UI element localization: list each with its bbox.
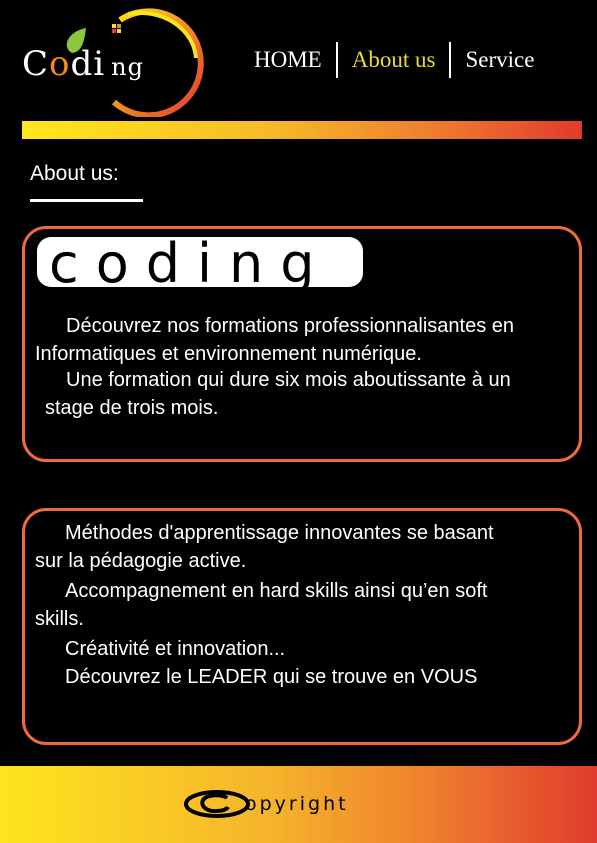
copyright-mark: opyright — [183, 789, 349, 819]
feature-line: Accompagnement en hard skills ainsi qu’e… — [65, 580, 488, 602]
feature-line: sur la pédagogie active. — [35, 550, 247, 572]
copyright-icon — [184, 790, 250, 818]
logo-wordmark: Codi ng — [22, 44, 144, 84]
nav-about-us[interactable]: About us — [338, 47, 450, 73]
about-line: stage de trois mois. — [45, 397, 219, 419]
feature-line: Découvrez le LEADER qui se trouve en VOU… — [65, 666, 478, 688]
page: Codi ng HOME About us Service About us: c… — [0, 0, 597, 843]
brand-banner: coding — [37, 232, 363, 295]
features-card: Méthodes d'apprentissage innovantes se b… — [22, 508, 582, 745]
section-title-underline — [30, 199, 143, 202]
logo-letter-o: o — [49, 44, 71, 84]
copyright-text: opyright — [245, 793, 349, 815]
main-nav: HOME About us Service — [240, 40, 585, 80]
about-line: Découvrez nos formations professionnalis… — [66, 315, 515, 337]
logo-letters-ng: ng — [111, 53, 144, 81]
logo-letter-d: d — [70, 44, 94, 84]
header-gradient-bar — [22, 121, 582, 139]
about-line: Informatiques et environnement numérique… — [35, 343, 422, 365]
nav-service[interactable]: Service — [451, 47, 548, 73]
about-line: Une formation qui dure six mois aboutiss… — [66, 369, 511, 391]
logo-letter-i: i — [93, 44, 106, 84]
nav-home[interactable]: HOME — [240, 47, 336, 73]
feature-line: Créativité et innovation... — [65, 638, 286, 660]
brand-name: coding — [49, 232, 332, 295]
feature-line: Méthodes d'apprentissage innovantes se b… — [65, 522, 494, 544]
logo[interactable]: Codi ng — [18, 2, 208, 117]
footer: opyright — [0, 766, 597, 843]
logo-letter-c: C — [22, 44, 50, 84]
about-card: coding Découvrez nos formations professi… — [22, 226, 582, 462]
section-title: About us: — [30, 162, 119, 185]
feature-line: skills. — [35, 608, 84, 630]
